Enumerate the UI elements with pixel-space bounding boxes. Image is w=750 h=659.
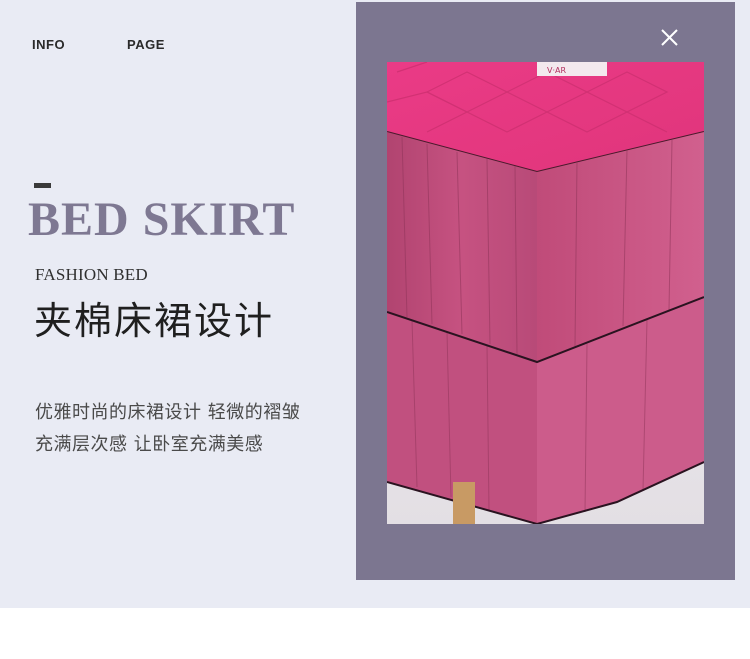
page-title: BED SKIRT (28, 193, 296, 246)
subtitle-english: FASHION BED (35, 265, 148, 284)
close-icon[interactable] (660, 28, 679, 47)
product-photo: V·AR (387, 62, 704, 524)
dash-marker (34, 183, 51, 188)
svg-text:V·AR: V·AR (547, 66, 566, 75)
nav-info-link[interactable]: INFO (32, 37, 65, 52)
subtitle-chinese: 夹棉床裙设计 (34, 299, 275, 343)
description-line-1: 优雅时尚的床裙设计 轻微的褶皱 (35, 402, 301, 423)
description-line-2: 充满层次感 让卧室充满美感 (35, 434, 264, 455)
nav-page-link[interactable]: PAGE (127, 37, 165, 52)
